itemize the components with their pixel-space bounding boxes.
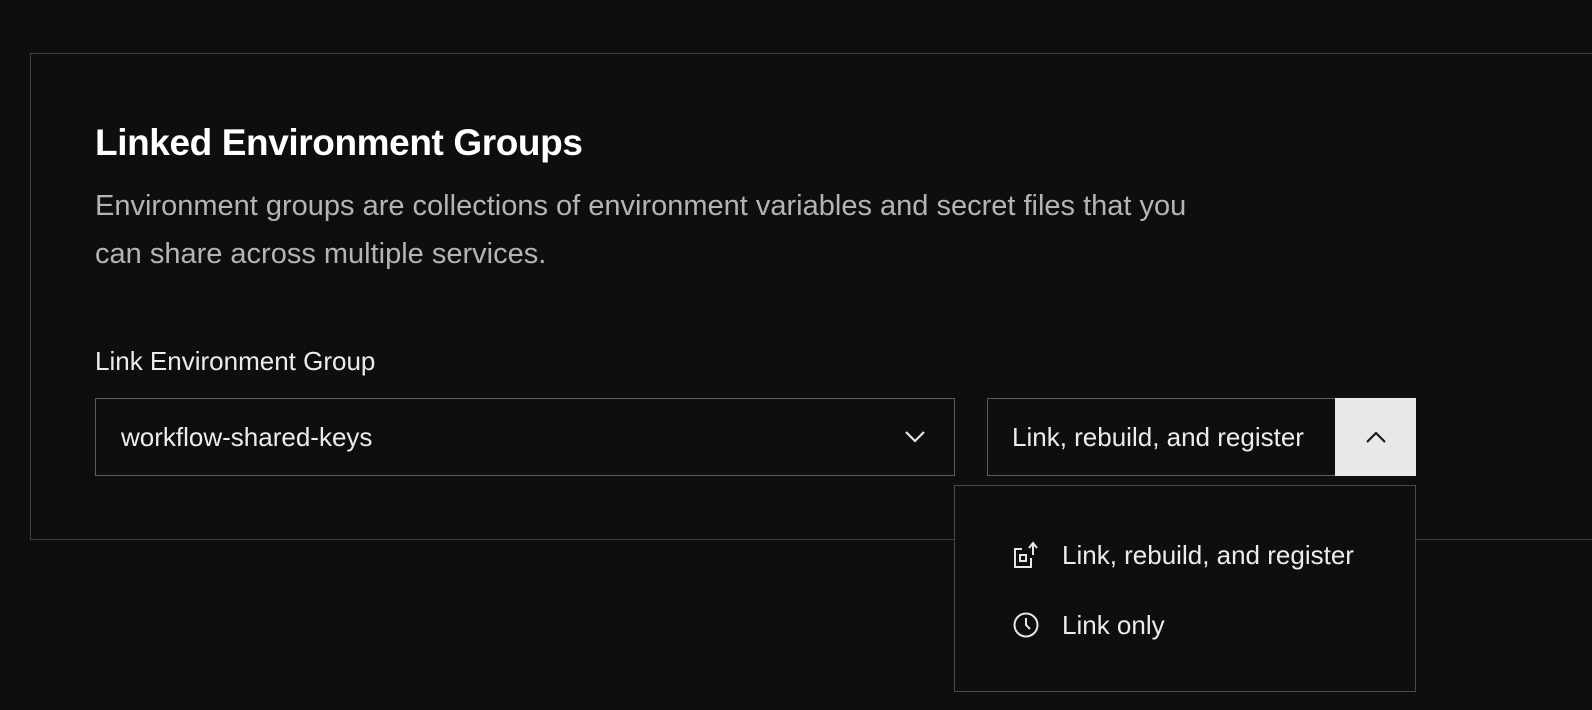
clock-icon [1011,610,1041,640]
chevron-down-icon [904,430,926,444]
menu-item-label: Link, rebuild, and register [1062,539,1354,570]
section-title: Linked Environment Groups [95,122,583,163]
menu-item-label: Link only [1062,609,1165,640]
link-action-menu: Link, rebuild, and register Link only [954,485,1416,692]
menu-item-link-only[interactable]: Link only [955,597,1415,653]
link-rebuild-icon [1011,540,1041,570]
env-group-select-value: workflow-shared-keys [121,421,373,452]
link-group-label: Link Environment Group [95,346,376,376]
chevron-up-icon [1365,430,1387,444]
link-action-button[interactable]: Link, rebuild, and register [987,398,1335,476]
section-description: Environment groups are collections of en… [95,190,1187,270]
env-group-select[interactable]: workflow-shared-keys [95,398,955,476]
menu-item-link-rebuild-register[interactable]: Link, rebuild, and register [955,527,1415,583]
link-action-menu-toggle[interactable] [1335,398,1416,476]
link-action-split-button: Link, rebuild, and register [987,398,1416,476]
